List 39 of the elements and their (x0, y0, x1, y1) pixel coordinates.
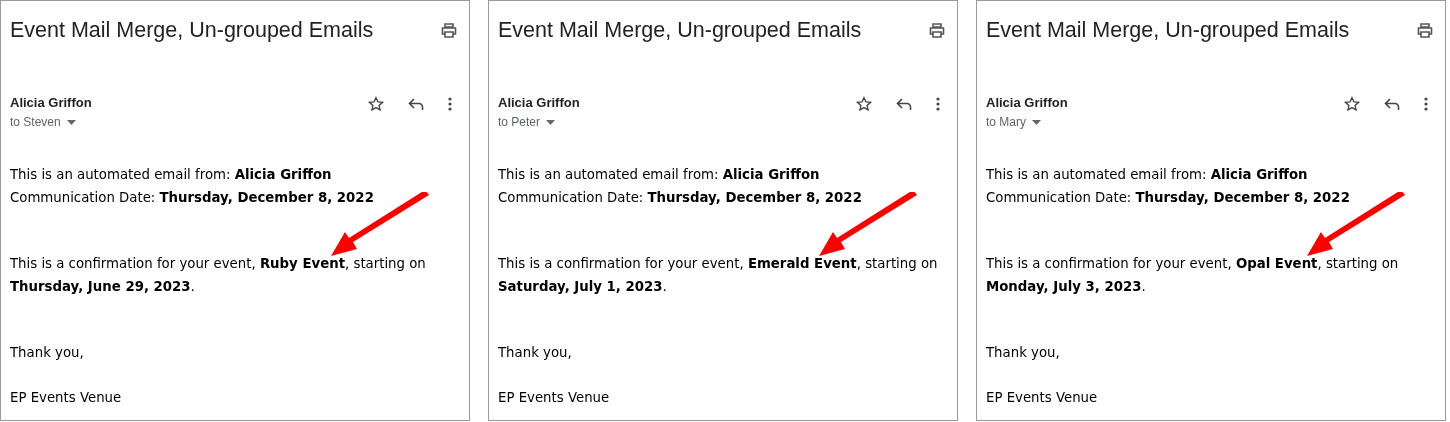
star-icon[interactable] (856, 96, 872, 112)
print-icon[interactable] (441, 23, 457, 38)
more-options-icon[interactable] (448, 97, 452, 111)
reply-icon[interactable] (1384, 97, 1400, 111)
body-text: EP Events Venue (986, 389, 1099, 407)
email-subject: Event Mail Merge, Un-grouped Emails (986, 18, 1350, 43)
sender-name: Alicia Griffon (498, 95, 580, 110)
body-text: This is an automated email from: Alicia Griffon (986, 166, 1309, 184)
email-subject: Event Mail Merge, Un-grouped Emails (10, 18, 374, 43)
caret-icon[interactable] (66, 119, 76, 125)
sender-name: Alicia Griffon (986, 95, 1068, 110)
body-text: This is a confirmation for your event, Ruby Event, starting on Thursday, June 29, 2023. (10, 255, 427, 296)
sender-name: Alicia Griffon (10, 95, 92, 110)
body-text: Communication Date: Thursday, December 8, 2022 (986, 189, 1351, 207)
print-icon[interactable] (1417, 23, 1433, 38)
body-text: Thank you, (986, 344, 1061, 362)
body-text: This is an automated email from: Alicia Griffon (10, 166, 333, 184)
star-icon[interactable] (1344, 96, 1360, 112)
recipient-dropdown[interactable]: to Peter (498, 115, 580, 129)
more-options-icon[interactable] (1424, 97, 1428, 111)
reply-icon[interactable] (896, 97, 912, 111)
print-icon[interactable] (929, 23, 945, 38)
body-text: This is a confirmation for your event, Emerald Event, starting on Saturday, July 1, 2023. (498, 255, 938, 296)
body-text: EP Events Venue (498, 389, 611, 407)
body-text: Communication Date: Thursday, December 8, 2022 (10, 189, 375, 207)
caret-icon[interactable] (1032, 119, 1041, 125)
body-text: EP Events Venue (10, 389, 123, 407)
more-options-icon[interactable] (936, 97, 940, 111)
recipient-dropdown[interactable]: to Mary (986, 115, 1068, 129)
recipient-dropdown[interactable]: to Steven (10, 115, 92, 129)
star-icon[interactable] (368, 96, 384, 112)
body-text: Thank you, (10, 344, 85, 362)
email-subject: Event Mail Merge, Un-grouped Emails (498, 18, 862, 43)
body-text: This is an automated email from: Alicia Griffon (498, 166, 821, 184)
caret-icon[interactable] (546, 119, 556, 125)
reply-icon[interactable] (408, 97, 424, 111)
body-text: Communication Date: Thursday, December 8, 2022 (498, 189, 863, 207)
body-text: Thank you, (498, 344, 573, 362)
body-text: This is a confirmation for your event, Opal Event, starting on Monday, July 3, 2023. (986, 255, 1400, 296)
